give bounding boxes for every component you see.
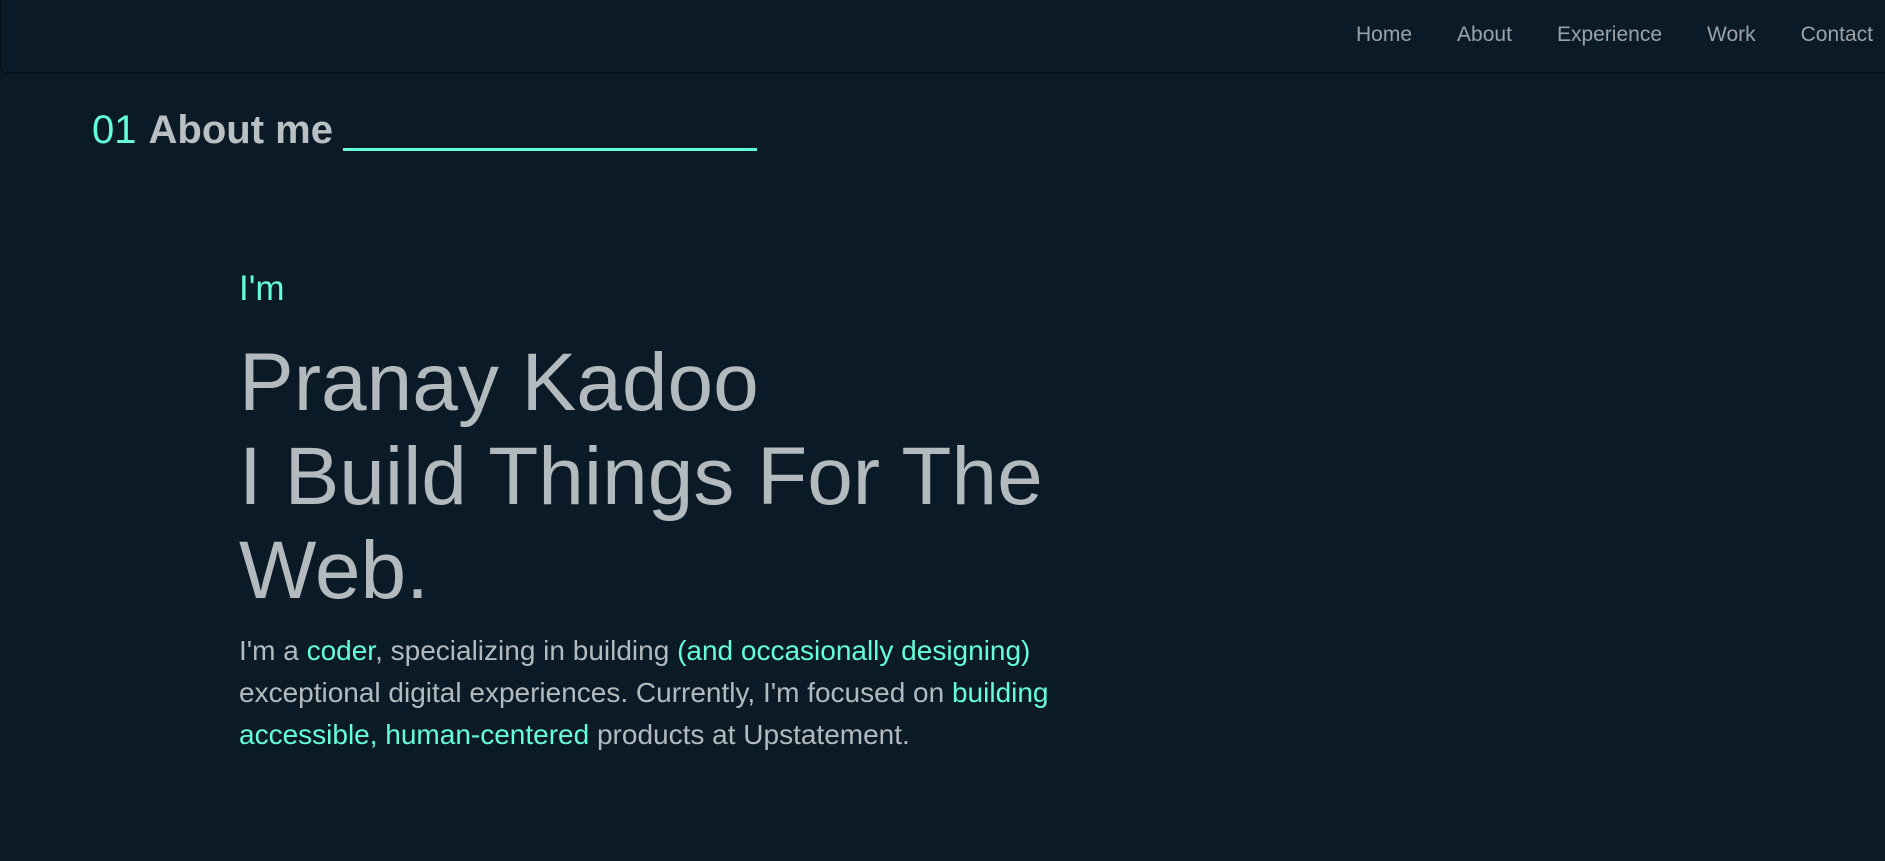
hero-intro: I'm <box>239 269 285 308</box>
bio-highlight-designing: (and occasionally designing) <box>677 635 1031 666</box>
section-title: About me <box>148 108 333 152</box>
nav-link-experience[interactable]: Experience <box>1557 23 1662 47</box>
top-navbar: Home About Experience Work Contact <box>0 0 1885 73</box>
section-heading: 01 About me <box>92 108 757 153</box>
hero-name: Pranay Kadoo <box>239 337 759 428</box>
section-divider-line <box>342 148 757 151</box>
bio-text-4: products at Upstatement. <box>589 719 910 750</box>
nav-link-work[interactable]: Work <box>1707 23 1756 47</box>
bio-highlight-coder: coder <box>306 635 376 666</box>
nav-links: Home About Experience Work Contact <box>1311 0 1873 70</box>
hero-section: I'm Pranay Kadoo I Build Things For The … <box>239 266 1119 756</box>
bio-text-1: I'm a <box>239 635 307 666</box>
hero-tagline: I Build Things For The Web. <box>239 431 1043 616</box>
hero-bio: I'm a coder, specializing in building (a… <box>239 630 1059 756</box>
nav-link-home[interactable]: Home <box>1356 23 1412 47</box>
bio-text-3: exceptional digital experiences. Current… <box>239 677 952 708</box>
nav-link-about[interactable]: About <box>1457 23 1512 47</box>
section-number: 01 <box>92 108 137 152</box>
bio-text-2: , specializing in building <box>375 635 678 666</box>
nav-link-contact[interactable]: Contact <box>1801 23 1873 47</box>
